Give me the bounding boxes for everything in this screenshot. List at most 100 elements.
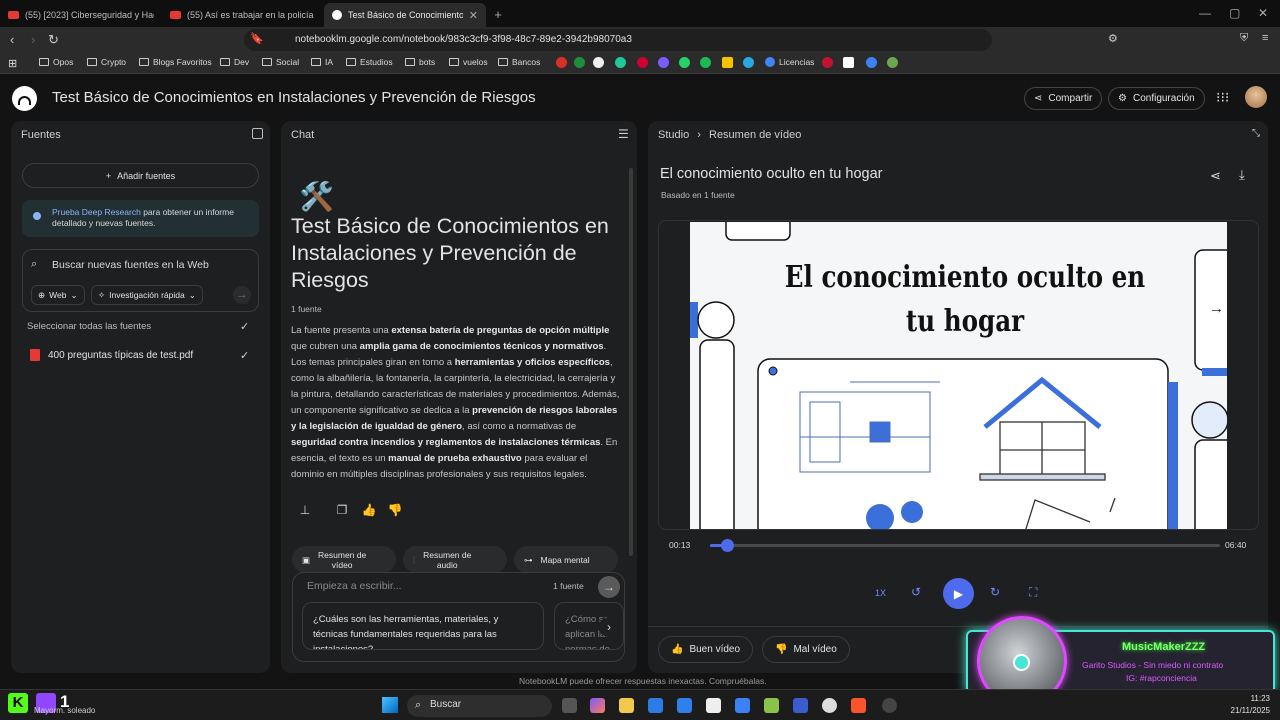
research-mode-chip[interactable]: ✧ Investigación rápida ⌄ bbox=[91, 285, 203, 305]
progress-track[interactable] bbox=[710, 539, 1220, 552]
add-sources-button[interactable]: + Añadir fuentes bbox=[22, 163, 259, 188]
bookmark-folder[interactable]: Blogs Favoritos bbox=[139, 57, 212, 67]
bookmark-folder[interactable]: Social bbox=[262, 57, 299, 67]
notebook-title[interactable]: Test Básico de Conocimientos en Instalac… bbox=[52, 89, 536, 106]
browser-tab-active[interactable]: Test Básico de Conocimientos en ✕ bbox=[324, 3, 486, 27]
apps-grid-icon[interactable]: ⊞ bbox=[8, 57, 17, 70]
close-window-icon[interactable]: ✕ bbox=[1258, 6, 1268, 20]
avatar[interactable] bbox=[1245, 86, 1267, 108]
collapse-panel-icon[interactable] bbox=[252, 128, 263, 139]
pin-icon[interactable]: ⊥ bbox=[296, 503, 314, 521]
copilot-icon[interactable] bbox=[590, 698, 605, 713]
bookmark-folder[interactable]: Opos bbox=[39, 57, 73, 67]
bookmark-folder[interactable]: Dev bbox=[220, 57, 249, 67]
thumbs-up-icon[interactable]: 👍 bbox=[360, 503, 378, 521]
close-tab-icon[interactable]: ✕ bbox=[469, 9, 478, 22]
browser-tab[interactable]: (55) Así es trabajar en la policía como bbox=[162, 3, 324, 27]
site-icon[interactable] bbox=[593, 57, 604, 68]
bookmark-icon[interactable]: 🔖 bbox=[250, 32, 264, 45]
windows-start-icon[interactable] bbox=[382, 697, 398, 713]
back-icon[interactable]: ‹ bbox=[10, 32, 14, 47]
site-icon[interactable] bbox=[637, 57, 648, 68]
send-button[interactable]: → bbox=[598, 576, 620, 598]
maximize-icon[interactable]: ▢ bbox=[1229, 6, 1240, 20]
tune-icon[interactable]: ☰ bbox=[618, 127, 629, 141]
bookmark-folder[interactable]: Bancos bbox=[498, 57, 540, 67]
file-explorer-icon[interactable] bbox=[619, 698, 634, 713]
powershell-icon[interactable] bbox=[793, 698, 808, 713]
chat-scrollbar[interactable] bbox=[629, 168, 633, 556]
site-icon[interactable] bbox=[615, 57, 626, 68]
brave-icon[interactable] bbox=[851, 698, 866, 713]
site-icon[interactable] bbox=[866, 57, 877, 68]
bank-icon[interactable] bbox=[822, 57, 833, 68]
forward-icon[interactable]: › bbox=[31, 32, 35, 47]
vscode-icon[interactable] bbox=[677, 698, 692, 713]
bookmark-licencias[interactable]: Licencias bbox=[765, 57, 814, 67]
menu-icon[interactable]: ≡ bbox=[1262, 32, 1268, 44]
deep-research-link[interactable]: Prueba Deep Research bbox=[52, 207, 141, 217]
bookmark-folder[interactable]: vuelos bbox=[449, 57, 488, 67]
minimize-icon[interactable]: — bbox=[1199, 6, 1211, 20]
deep-research-card[interactable]: Prueba Deep Research para obtener un inf… bbox=[22, 200, 259, 237]
web-search-input[interactable]: Buscar nuevas fuentes en la Web bbox=[52, 259, 209, 271]
playback-speed-button[interactable]: 1X bbox=[875, 588, 886, 598]
site-icon[interactable] bbox=[887, 57, 898, 68]
extensions-icon[interactable]: ⚙ bbox=[1108, 32, 1118, 45]
audio-summary-chip[interactable]: ⫶ Resumen de audio bbox=[403, 546, 507, 573]
notebooklm-logo-icon[interactable] bbox=[12, 86, 37, 111]
rewind-icon[interactable]: ↺ bbox=[911, 585, 921, 599]
site-icon[interactable] bbox=[658, 57, 669, 68]
site-icon[interactable] bbox=[743, 57, 754, 68]
bookmark-folder[interactable]: IA bbox=[311, 57, 333, 67]
play-button[interactable]: ▶ bbox=[943, 578, 974, 609]
share-icon[interactable]: ⋖ bbox=[1210, 168, 1221, 184]
next-suggestion-button[interactable]: › bbox=[599, 617, 619, 637]
bad-video-button[interactable]: 👎 Mal vídeo bbox=[762, 636, 850, 663]
good-video-button[interactable]: 👍 Buen vídeo bbox=[658, 636, 754, 663]
bookmark-folder[interactable]: Crypto bbox=[87, 57, 126, 67]
bookmark-folder[interactable]: bots bbox=[405, 57, 435, 67]
spotify-icon[interactable] bbox=[700, 57, 711, 68]
new-tab-icon[interactable]: + bbox=[486, 7, 510, 27]
github-icon[interactable] bbox=[822, 698, 837, 713]
source-item-name[interactable]: 400 preguntas típicas de test.pdf bbox=[48, 350, 193, 361]
progress-handle[interactable] bbox=[720, 539, 734, 552]
reload-icon[interactable]: ↻ bbox=[48, 32, 59, 48]
chat-input[interactable]: Empieza a escribir... bbox=[307, 580, 402, 592]
source-checkbox[interactable]: ✓ bbox=[240, 349, 249, 362]
breadcrumb-root[interactable]: Studio bbox=[658, 129, 689, 141]
video-summary-chip[interactable]: ▣ Resumen de vídeo bbox=[292, 546, 396, 573]
browser-tab[interactable]: (55) [2023] Ciberseguridad y Hacking bbox=[0, 3, 162, 27]
collapse-icon[interactable]: ⤡ bbox=[1252, 128, 1260, 139]
thumbs-down-icon[interactable]: 👎 bbox=[386, 503, 404, 521]
weather-label[interactable]: Mayorm. soleado bbox=[34, 706, 95, 715]
web-chip[interactable]: ⊕ Web ⌄ bbox=[31, 285, 85, 305]
apps-grid-icon[interactable]: ⁝⁝⁝ bbox=[1216, 89, 1229, 106]
fullscreen-icon[interactable]: ⛶ bbox=[1029, 585, 1037, 600]
mind-map-chip[interactable]: ⊶ Mapa mental bbox=[514, 546, 618, 573]
gmail-icon[interactable] bbox=[556, 57, 567, 68]
obs-icon[interactable] bbox=[882, 698, 897, 713]
task-view-icon[interactable] bbox=[562, 698, 577, 713]
submit-search-button[interactable]: → bbox=[233, 286, 251, 304]
app-icon[interactable] bbox=[764, 698, 779, 713]
site-icon[interactable] bbox=[574, 57, 585, 68]
select-all-checkbox[interactable]: ✓ bbox=[240, 320, 249, 333]
site-icon[interactable] bbox=[722, 57, 733, 68]
next-slide-icon[interactable]: → bbox=[1209, 300, 1224, 317]
store-icon[interactable] bbox=[648, 698, 663, 713]
whatsapp-icon[interactable] bbox=[679, 57, 690, 68]
bookmark-folder[interactable]: Estudios bbox=[346, 57, 393, 67]
copy-icon[interactable]: ❐ bbox=[333, 503, 351, 521]
suggestion-chip[interactable]: ¿Cuáles son las herramientas, materiales… bbox=[302, 602, 544, 650]
app-icon[interactable] bbox=[706, 698, 721, 713]
share-button[interactable]: ⋖ Compartir bbox=[1024, 87, 1103, 110]
shield-icon[interactable]: ⛨ bbox=[1240, 32, 1248, 45]
url-field[interactable]: notebooklm.google.com/notebook/983c3cf9-… bbox=[244, 29, 992, 51]
forward-icon[interactable]: ↻ bbox=[990, 585, 1000, 599]
download-icon[interactable]: ⤓ bbox=[1239, 167, 1245, 183]
site-icon[interactable] bbox=[843, 57, 854, 68]
taskbar-search[interactable]: ⌕ Buscar bbox=[407, 695, 552, 717]
app-icon[interactable] bbox=[735, 698, 750, 713]
